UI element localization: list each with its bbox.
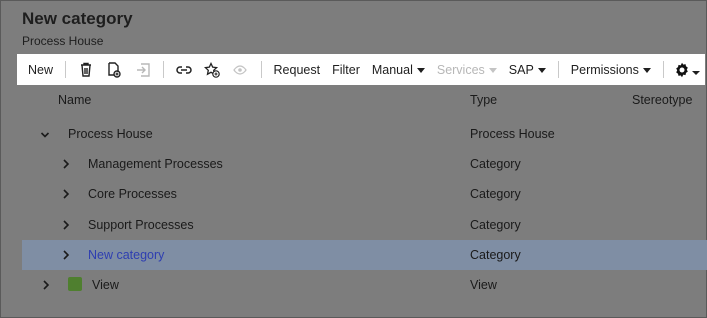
filter-button[interactable]: Filter: [326, 63, 366, 77]
tree-row-label: Process House: [68, 127, 153, 141]
toolbar-divider: [662, 61, 664, 78]
chevron-down-icon: [416, 67, 425, 73]
request-button[interactable]: Request: [268, 63, 327, 77]
tree-row-label: Management Processes: [88, 157, 223, 171]
move-icon: [129, 54, 157, 85]
tree-row-type: Process House: [470, 127, 555, 141]
tree-row-type: View: [470, 278, 497, 292]
page-subtitle: Process House: [22, 34, 104, 48]
toolbar-divider: [162, 61, 164, 78]
toolbar: New Request Filter Manual Services SAP P…: [17, 54, 705, 85]
page-title: New category: [22, 9, 133, 28]
gear-icon[interactable]: [670, 54, 705, 85]
chevron-down-icon: [642, 67, 651, 73]
tree-row[interactable]: Core Processes Category: [22, 179, 707, 209]
chevron-down-icon: [488, 67, 497, 73]
column-header-name[interactable]: Name: [58, 93, 91, 107]
copy-document-icon[interactable]: [100, 54, 128, 85]
tree-row-label: View: [92, 278, 119, 292]
chevron-right-icon[interactable]: [61, 249, 71, 261]
dialog-backdrop: New category Process House New Request F…: [0, 0, 707, 318]
toolbar-divider: [260, 61, 262, 78]
chevron-right-icon[interactable]: [61, 158, 71, 170]
services-dropdown: Services: [431, 63, 503, 77]
permissions-dropdown[interactable]: Permissions: [565, 63, 657, 77]
chevron-right-icon[interactable]: [41, 279, 51, 291]
manual-dropdown[interactable]: Manual: [366, 63, 431, 77]
chevron-down-icon: [537, 67, 546, 73]
eye-icon: [226, 54, 254, 85]
toolbar-divider: [557, 61, 559, 78]
star-add-icon[interactable]: [198, 54, 226, 85]
chevron-right-icon[interactable]: [61, 188, 71, 200]
tree-row[interactable]: Support Processes Category: [22, 210, 707, 240]
tree-row[interactable]: View View: [22, 270, 707, 300]
tree-row[interactable]: Management Processes Category: [22, 149, 707, 179]
trash-icon[interactable]: [72, 54, 100, 85]
column-header-stereotype[interactable]: Stereotype: [632, 93, 692, 107]
tree-row-label: New category: [88, 248, 165, 262]
chevron-down-icon[interactable]: [40, 129, 50, 141]
chevron-right-icon[interactable]: [61, 219, 71, 231]
sap-label: SAP: [508, 62, 534, 77]
permissions-label: Permissions: [570, 62, 639, 77]
tree-row-type: Category: [470, 187, 521, 201]
tree-row-selected[interactable]: New category Category: [22, 240, 707, 270]
tree-row[interactable]: Process House Process House: [22, 119, 707, 149]
column-header-type[interactable]: Type: [470, 93, 497, 107]
green-square-icon: [68, 277, 82, 291]
toolbar-divider: [65, 61, 66, 78]
tree-row-type: Category: [470, 157, 521, 171]
manual-label: Manual: [371, 62, 413, 77]
tree-row-label: Core Processes: [88, 187, 177, 201]
services-label: Services: [436, 62, 485, 77]
chevron-down-icon: [692, 70, 701, 75]
sap-dropdown[interactable]: SAP: [503, 63, 552, 77]
tree-row-type: Category: [470, 248, 521, 262]
tree-row-label: Support Processes: [88, 218, 194, 232]
link-icon[interactable]: [170, 54, 198, 85]
new-button[interactable]: New: [22, 63, 59, 77]
tree-row-type: Category: [470, 218, 521, 232]
